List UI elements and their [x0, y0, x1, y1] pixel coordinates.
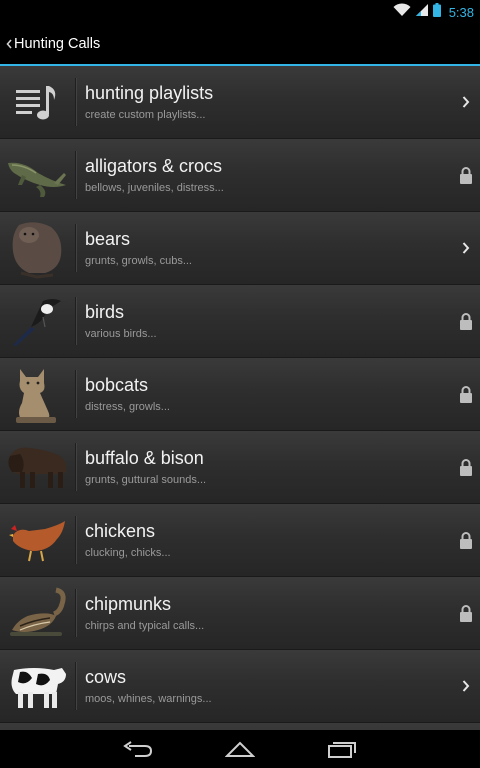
list-item-subtitle: clucking, chicks... — [85, 547, 171, 559]
chevron-right-icon — [458, 676, 474, 696]
list-item-title: chipmunks — [85, 594, 172, 614]
list-item-title: buffalo & bison — [85, 448, 204, 468]
list-item-bobcats[interactable]: bobcats distress, growls... — [0, 358, 480, 431]
bison-image — [0, 431, 74, 503]
playlist-music-icon — [0, 66, 74, 138]
list-item-title: chickens — [85, 521, 156, 541]
lock-icon — [458, 457, 474, 477]
list-item-chickens[interactable]: chickens clucking, chicks... — [0, 504, 480, 577]
list-item-subtitle: grunts, growls, cubs... — [85, 255, 192, 267]
action-bar: Hunting Calls — [0, 24, 480, 64]
row-divider — [75, 443, 76, 491]
list-item-title: birds — [85, 302, 125, 322]
list-item-title: bobcats — [85, 375, 149, 395]
list-item-subtitle: moos, whines, warnings... — [85, 693, 212, 705]
list-item-subtitle: bellows, juveniles, distress... — [85, 182, 224, 194]
row-divider — [75, 297, 76, 345]
row-divider — [75, 78, 76, 126]
list-item-subtitle: create custom playlists... — [85, 109, 206, 121]
status-bar: 5:38 — [0, 0, 480, 24]
cow-image — [0, 650, 74, 722]
page-title[interactable]: Hunting Calls — [14, 36, 100, 52]
list-item-chipmunks[interactable]: chipmunks chirps and typical calls... — [0, 577, 480, 650]
status-time: 5:38 — [448, 4, 474, 20]
list-item-buffalo-bison[interactable]: buffalo & bison grunts, guttural sounds.… — [0, 431, 480, 504]
chipmunk-image — [0, 577, 74, 649]
magpie-image — [0, 285, 74, 357]
list-item-cows[interactable]: cows moos, whines, warnings... — [0, 650, 480, 723]
lock-icon — [458, 530, 474, 550]
signal-icon — [415, 3, 429, 22]
category-list: hunting playlists create custom playlist… — [0, 66, 480, 730]
back-icon[interactable] — [118, 736, 158, 762]
lock-icon — [458, 311, 474, 331]
list-item-partial[interactable] — [0, 723, 480, 730]
row-divider — [75, 151, 76, 199]
chevron-right-icon — [458, 238, 474, 258]
list-item-hunting-playlists[interactable]: hunting playlists create custom playlist… — [0, 66, 480, 139]
list-item-birds[interactable]: birds various birds... — [0, 285, 480, 358]
row-divider — [75, 370, 76, 418]
bobcat-image — [0, 358, 74, 430]
row-divider — [75, 516, 76, 564]
bear-image — [0, 212, 74, 284]
list-item-title: hunting playlists — [85, 83, 214, 103]
status-icons: 5:38 — [393, 2, 474, 22]
battery-icon — [432, 2, 441, 22]
list-item-title: bears — [85, 229, 131, 249]
wifi-icon — [393, 2, 411, 22]
list-item-title: cows — [85, 667, 127, 687]
home-icon[interactable] — [220, 736, 260, 762]
chicken-image — [0, 504, 74, 576]
lock-icon — [458, 165, 474, 185]
list-item-subtitle: various birds... — [85, 328, 157, 340]
list-item-alligators-crocs[interactable]: alligators & crocs bellows, juveniles, d… — [0, 139, 480, 212]
chevron-left-icon[interactable] — [0, 24, 12, 64]
list-item-subtitle: distress, growls... — [85, 401, 170, 413]
chevron-right-icon — [458, 92, 474, 112]
alligator-image — [0, 139, 74, 211]
lock-icon — [458, 384, 474, 404]
row-divider — [75, 224, 76, 272]
list-item-bears[interactable]: bears grunts, growls, cubs... — [0, 212, 480, 285]
list-item-title: alligators & crocs — [85, 156, 223, 176]
row-divider — [75, 662, 76, 710]
list-item-subtitle: chirps and typical calls... — [85, 620, 205, 632]
recent-apps-icon[interactable] — [322, 736, 362, 762]
navigation-bar — [0, 730, 480, 768]
list-item-subtitle: grunts, guttural sounds... — [85, 474, 207, 486]
row-divider — [75, 589, 76, 637]
lock-icon — [458, 603, 474, 623]
